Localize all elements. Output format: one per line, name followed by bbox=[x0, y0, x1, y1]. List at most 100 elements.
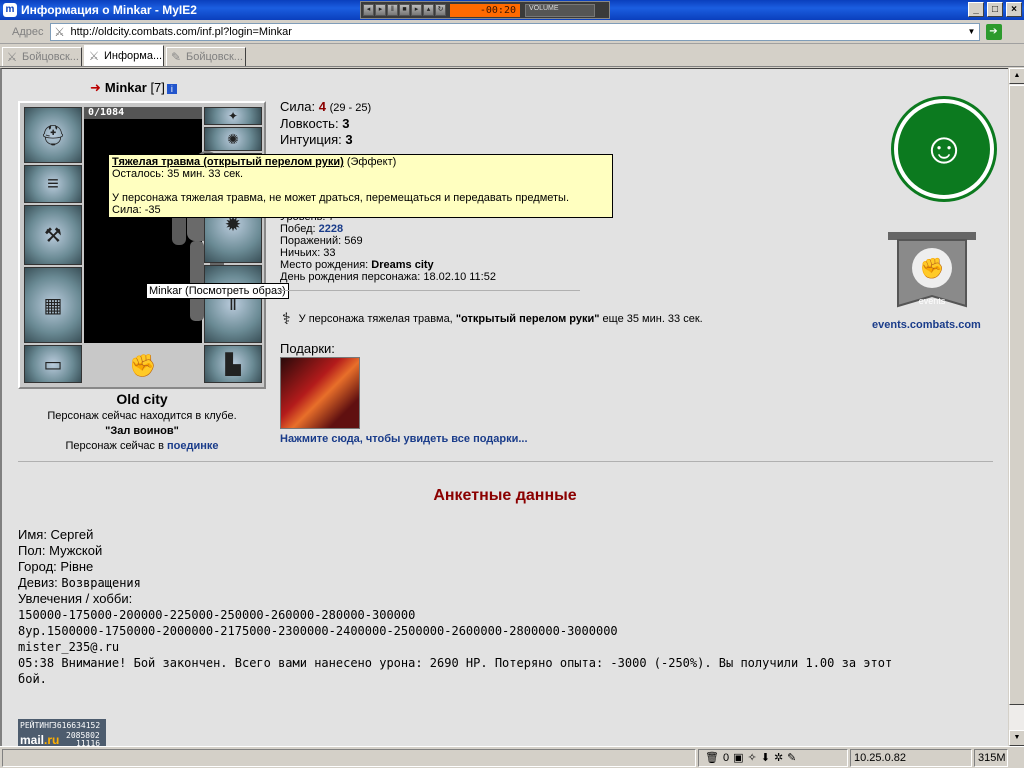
boots-slot[interactable]: ▙ bbox=[204, 345, 262, 383]
mailru-logo: mail.ru bbox=[20, 733, 59, 746]
media-player-bar: ◂ ▸ ‖ ■ ▸ ▴ ↻ -00:20 VOLUME bbox=[360, 1, 610, 19]
svg-text:✊: ✊ bbox=[920, 257, 945, 280]
close-button[interactable]: × bbox=[1006, 2, 1022, 17]
profile-gender: Пол: Мужской bbox=[18, 543, 103, 558]
club-line: Персонаж сейчас находится в клубе. bbox=[47, 410, 237, 422]
profile-block: Имя: Сергей Пол: Мужской Город: Рівне Де… bbox=[18, 527, 892, 687]
page-content: ➜Minkar [7]i ⛑ ≡ ⚒ ▦ ▭ 0/1084 ✦ ✺ ◎ ✹ ‖ … bbox=[0, 68, 1008, 746]
page-icon: ⚔ bbox=[54, 24, 65, 39]
profile-title: Анкетные данные bbox=[433, 487, 577, 504]
minimize-button[interactable]: _ bbox=[968, 2, 984, 17]
info-icon[interactable]: i bbox=[166, 84, 177, 94]
trauma-suffix: еще 35 мин. 33 сек. bbox=[602, 313, 703, 325]
stat-agility: Ловкость: 3 bbox=[280, 116, 371, 132]
volume-slider[interactable]: VOLUME bbox=[525, 3, 595, 17]
losses-line: Поражений: 569 bbox=[280, 235, 363, 247]
pen-icon: ✎ bbox=[170, 50, 182, 64]
scroll-up-icon[interactable]: ▲ bbox=[1009, 68, 1024, 84]
weapon-slot[interactable]: ⚒ bbox=[24, 205, 82, 265]
pause-icon[interactable]: ‖ bbox=[387, 4, 398, 16]
rating-label: РЕЙТИНГ bbox=[20, 721, 54, 730]
effect-remaining: Осталось: 35 мин. 33 сек. bbox=[112, 168, 244, 180]
go-button[interactable]: ➔ bbox=[985, 23, 1002, 40]
hammer-icon: ⚒ bbox=[44, 224, 62, 247]
rating-n1: 3616634152 bbox=[52, 721, 101, 730]
birthplace-value: Dreams city bbox=[371, 259, 434, 271]
profile-city: Город: Рівне bbox=[18, 559, 94, 574]
helmet-slot[interactable]: ⛑ bbox=[24, 107, 82, 163]
broom-icon[interactable]: ✧ bbox=[748, 750, 757, 766]
hobby-line: mister_235@.ru bbox=[18, 640, 120, 654]
events-link[interactable]: events.combats.com bbox=[872, 319, 981, 331]
maximize-button[interactable]: □ bbox=[987, 2, 1003, 17]
stat-strength: Сила: 4 (29 - 25) bbox=[280, 99, 371, 116]
swords-icon: ⚔ bbox=[88, 49, 100, 63]
scroll-down-icon[interactable]: ▼ bbox=[1009, 730, 1024, 746]
character-level: [7] bbox=[150, 80, 165, 95]
gifts-label: Подарки: bbox=[280, 341, 335, 356]
armor-slot[interactable]: ▦ bbox=[24, 267, 82, 343]
scroll-thumb[interactable] bbox=[1009, 85, 1024, 705]
repeat-icon[interactable]: ↻ bbox=[435, 4, 446, 16]
prev-icon[interactable]: ◂ bbox=[363, 4, 374, 16]
address-bar: Адрес ⚔ ▼ ➔ bbox=[0, 20, 1024, 44]
bracers-slot[interactable]: ≡ bbox=[24, 165, 82, 203]
events-banner-icon[interactable]: ✊ events bbox=[882, 225, 982, 323]
stats-block: Сила: 4 (29 - 25) Ловкость: 3 Интуиция: … bbox=[280, 99, 371, 148]
address-field[interactable]: ⚔ ▼ bbox=[49, 22, 980, 41]
all-gifts-link[interactable]: Нажмите сюда, чтобы увидеть все подарки.… bbox=[280, 433, 528, 445]
clan-logo-icon[interactable]: ☺ bbox=[894, 99, 994, 199]
earring-slot[interactable]: ✦ bbox=[204, 107, 262, 125]
effect-type: (Эффект) bbox=[346, 156, 397, 168]
helmet-icon: ⛑ bbox=[40, 124, 66, 147]
wins-label: Побед: bbox=[280, 223, 316, 235]
image-icon[interactable]: ▣ bbox=[733, 750, 743, 766]
stat-label: Интуиция: bbox=[280, 132, 342, 147]
leggings-icon: ‖ bbox=[228, 292, 238, 315]
next-icon[interactable]: ▸ bbox=[411, 4, 422, 16]
memory-usage: 315M bbox=[974, 748, 1008, 767]
tab-combats-1[interactable]: ⚔ Бойцовск... bbox=[2, 47, 82, 66]
rating-n3: 11116 bbox=[76, 739, 101, 746]
profile-name: Имя: Сергей bbox=[18, 527, 94, 542]
arrow-icon[interactable]: ➜ bbox=[90, 80, 101, 95]
effect-title-line: Тяжелая травма (открытый перелом руки) (… bbox=[112, 156, 609, 168]
tab-combats-2[interactable]: ✎ Бойцовск... bbox=[166, 47, 246, 66]
mailru-logo-mail: mail bbox=[20, 733, 45, 746]
swords-icon: ⚔ bbox=[6, 50, 18, 64]
amulet-slot[interactable]: ✺ bbox=[204, 127, 262, 151]
hobby-line: бой. bbox=[18, 672, 47, 686]
avatar-tooltip: Minkar (Посмотреть образ) bbox=[146, 283, 289, 299]
status-text bbox=[2, 748, 696, 767]
motto-value: Возвращения bbox=[61, 576, 141, 590]
character-avatar[interactable] bbox=[84, 107, 242, 343]
chevron-down-icon[interactable]: ▼ bbox=[965, 27, 979, 36]
mailru-rating-counter[interactable]: РЕЙТИНГ 3616634152 mail.ru 2085802 11116 bbox=[18, 719, 106, 746]
earring-icon: ✦ bbox=[227, 109, 239, 123]
trauma-icon[interactable]: ⚕ bbox=[282, 309, 291, 329]
city-name: Old city bbox=[116, 391, 168, 407]
play-icon[interactable]: ▸ bbox=[375, 4, 386, 16]
myie2-app-icon[interactable]: m bbox=[3, 3, 17, 17]
tab-label: Бойцовск... bbox=[22, 51, 79, 63]
motto-label: Девиз: bbox=[18, 575, 58, 590]
amulet-icon: ✺ bbox=[227, 130, 239, 147]
belt-icon: ▭ bbox=[43, 353, 63, 376]
belt-slot[interactable]: ▭ bbox=[24, 345, 82, 383]
stat-value: 3 bbox=[342, 116, 350, 131]
leggings-slot[interactable]: ‖ bbox=[204, 265, 262, 343]
gear-icon[interactable]: ✲ bbox=[774, 750, 783, 766]
eject-icon[interactable]: ▴ bbox=[423, 4, 434, 16]
trash-icon[interactable]: 🗑 bbox=[705, 750, 719, 766]
vertical-scrollbar[interactable]: ▲ ▼ bbox=[1008, 68, 1024, 746]
trauma-name: "открытый перелом руки" bbox=[455, 313, 600, 325]
edit-icon[interactable]: ✎ bbox=[787, 750, 796, 766]
bracers-icon: ≡ bbox=[47, 172, 59, 195]
address-input[interactable] bbox=[70, 25, 965, 38]
tab-info[interactable]: ⚔ Информа... bbox=[84, 45, 164, 66]
character-name: Minkar bbox=[104, 80, 147, 95]
download-icon[interactable]: ⬇ bbox=[761, 750, 770, 766]
battle-link[interactable]: поединке bbox=[167, 440, 219, 452]
gift-image[interactable] bbox=[280, 357, 360, 429]
stop-icon[interactable]: ■ bbox=[399, 4, 410, 16]
